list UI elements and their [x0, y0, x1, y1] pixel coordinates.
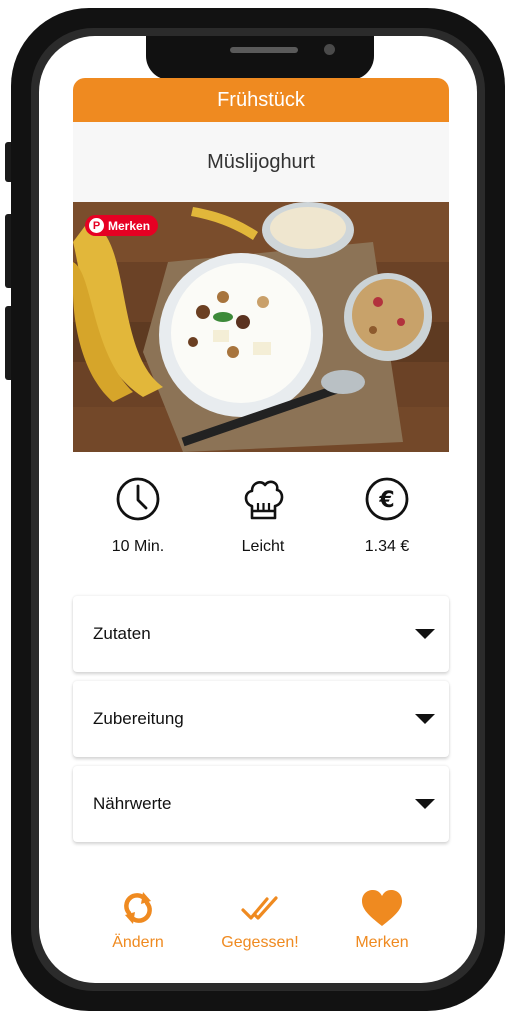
favorite-button[interactable]: Merken: [322, 888, 442, 952]
favorite-label: Merken: [355, 934, 409, 951]
category-header: Frühstück: [73, 78, 449, 122]
recipe-title: Müslijoghurt: [207, 150, 315, 173]
change-button[interactable]: Ändern: [78, 888, 198, 952]
chevron-down-icon: [415, 714, 435, 724]
chevron-down-icon: [415, 629, 435, 639]
info-prep-time: 10 Min.: [78, 476, 198, 556]
accordion-ingredients[interactable]: Zutaten: [73, 596, 449, 672]
recipe-photo-image: [73, 202, 449, 452]
clock-icon: [116, 477, 160, 521]
accordion-preparation[interactable]: Zubereitung: [73, 681, 449, 757]
speaker: [230, 47, 298, 53]
recipe-title-bar: Müslijoghurt: [73, 122, 449, 202]
chevron-down-icon: [415, 799, 435, 809]
accordion-nutrition[interactable]: Nährwerte: [73, 766, 449, 842]
notch: [146, 36, 374, 80]
price-label: 1.34 €: [364, 538, 410, 555]
heart-icon: [362, 890, 402, 926]
recipe-photo: P Merken: [73, 202, 449, 452]
accordion-nutrition-title: Nährwerte: [93, 794, 172, 813]
category-title: Frühstück: [217, 88, 305, 111]
svg-text:€: €: [378, 488, 394, 513]
accordion-ingredients-title: Zutaten: [93, 624, 151, 643]
phone-bezel: Frühstück Müslijoghurt P Merken 10 Min. …: [31, 28, 485, 991]
pinterest-icon: P: [89, 218, 104, 233]
phone-screen: Frühstück Müslijoghurt P Merken 10 Min. …: [39, 36, 477, 983]
info-price: € 1.34 €: [327, 476, 447, 556]
chef-hat-icon: [244, 480, 284, 520]
double-check-icon: [241, 896, 278, 920]
difficulty-label: Leicht: [241, 538, 285, 555]
info-difficulty: Leicht: [203, 476, 323, 556]
eaten-button[interactable]: Gegessen!: [200, 888, 320, 952]
eaten-label: Gegessen!: [221, 934, 299, 951]
prep-time-label: 10 Min.: [111, 538, 165, 555]
change-label: Ändern: [112, 934, 164, 951]
euro-icon: €: [365, 477, 409, 521]
front-camera: [324, 44, 335, 55]
pinterest-save-button[interactable]: P Merken: [85, 215, 159, 236]
pinterest-save-label: Merken: [108, 218, 151, 233]
refresh-icon: [124, 892, 152, 924]
accordion-preparation-title: Zubereitung: [93, 709, 184, 728]
phone-frame: Frühstück Müslijoghurt P Merken 10 Min. …: [11, 8, 505, 1011]
